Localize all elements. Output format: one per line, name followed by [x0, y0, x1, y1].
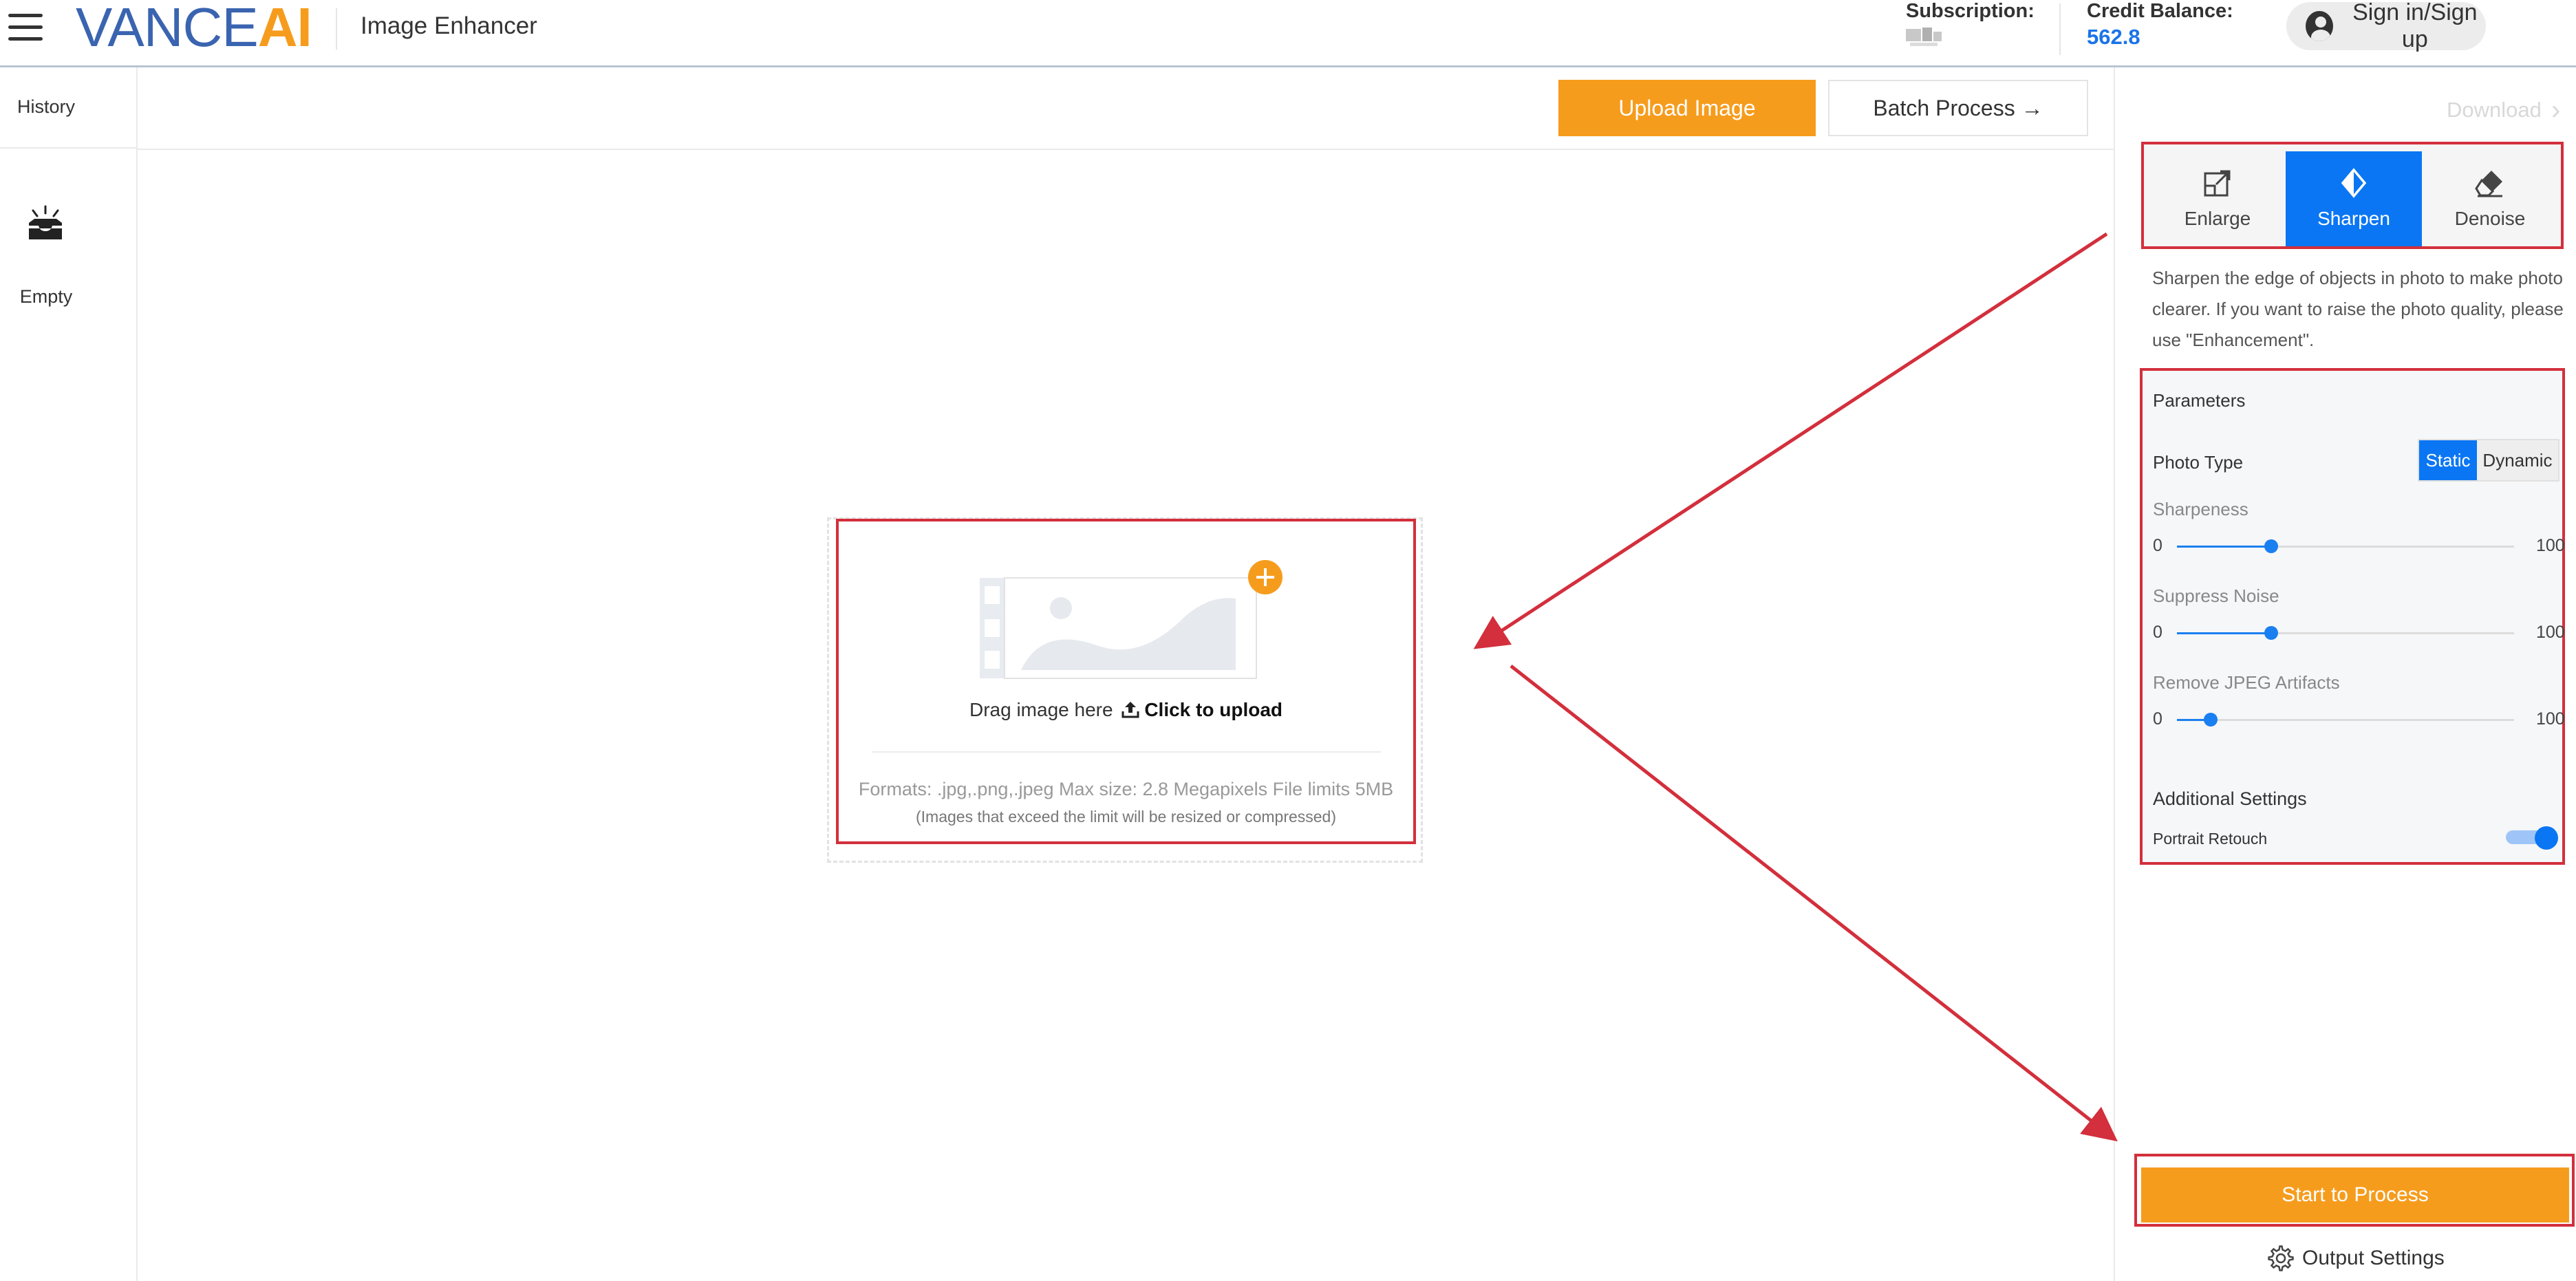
- dropzone-divider: [872, 751, 1381, 753]
- upload-icon: [1121, 702, 1139, 718]
- credit-balance-value: 562.8: [2087, 25, 2140, 49]
- drag-text: Drag image here: [969, 699, 1113, 720]
- arrow-to-start-button: [1510, 665, 2118, 1142]
- slider-thumb[interactable]: [2204, 713, 2218, 726]
- upload-image-button[interactable]: Upload Image: [1558, 80, 1816, 136]
- subscription-label: Subscription:: [1906, 0, 2035, 22]
- tab-sharpen[interactable]: Sharpen: [2286, 151, 2422, 246]
- photo-type-dynamic-option[interactable]: Dynamic: [2477, 440, 2558, 480]
- chevron-right-icon[interactable]: ›: [2551, 96, 2560, 124]
- history-label: History: [17, 96, 76, 117]
- remove-jpeg-artifacts-min: 0: [2153, 709, 2162, 729]
- credit-balance-label: Credit Balance:: [2087, 0, 2233, 22]
- gear-icon: [2268, 1245, 2294, 1271]
- upload-dropzone[interactable]: Drag image here Click to upload Formats:…: [836, 519, 1416, 844]
- tab-enlarge[interactable]: Enlarge: [2149, 151, 2286, 246]
- inbox-tray-icon: [29, 205, 62, 239]
- subscription-icon: [1906, 26, 1947, 47]
- sign-in-label: Sign in/Sign up: [2352, 0, 2478, 52]
- formats-info: Formats: .jpg,.png,.jpeg Max size: 2.8 M…: [858, 779, 1394, 799]
- batch-process-button[interactable]: Batch Process →: [1828, 80, 2088, 136]
- tab-sharpen-label: Sharpen: [2317, 208, 2390, 229]
- drag-instructions: Drag image here Click to upload: [839, 699, 1413, 721]
- parameters-panel: Parameters Photo Type Static Dynamic Sha…: [2140, 368, 2565, 865]
- suppress-noise-max: 100: [2536, 623, 2565, 642]
- slider-fill: [2177, 546, 2272, 548]
- mode-tabs: Enlarge Sharpen Denoise: [2141, 142, 2564, 249]
- output-settings-button[interactable]: Output Settings: [2268, 1245, 2445, 1271]
- suppress-noise-min: 0: [2153, 623, 2162, 642]
- sharpeness-slider[interactable]: [2177, 539, 2514, 553]
- top-header: VANCEAI Image Enhancer Subscription: Cre…: [0, 0, 2576, 67]
- output-settings-label: Output Settings: [2302, 1247, 2445, 1269]
- click-to-upload-link[interactable]: Click to upload: [1144, 699, 1282, 720]
- sharpen-icon: [2341, 168, 2367, 198]
- formats-note: (Images that exceed the limit will be re…: [915, 808, 1337, 826]
- tab-enlarge-label: Enlarge: [2184, 208, 2251, 229]
- user-avatar-icon: [2306, 11, 2333, 41]
- parameters-title: Parameters: [2153, 390, 2246, 411]
- vanceai-logo[interactable]: VANCEAI: [76, 0, 312, 55]
- toggle-knob: [2535, 826, 2558, 850]
- additional-settings-label: Additional Settings: [2153, 788, 2307, 809]
- remove-jpeg-artifacts-label: Remove JPEG Artifacts: [2153, 672, 2340, 693]
- mode-description: Sharpen the edge of objects in photo to …: [2152, 268, 2564, 350]
- suppress-noise-slider[interactable]: [2177, 626, 2514, 640]
- app-title: Image Enhancer: [361, 12, 537, 39]
- history-sidebar: History Empty: [0, 67, 138, 1281]
- portrait-retouch-label: Portrait Retouch: [2153, 830, 2268, 848]
- empty-history-label: Empty: [19, 286, 73, 307]
- slider-fill: [2177, 632, 2272, 634]
- slider-thumb[interactable]: [2264, 626, 2279, 640]
- suppress-noise-label: Suppress Noise: [2153, 585, 2279, 606]
- header-divider: [336, 8, 337, 50]
- header-divider: [2059, 3, 2061, 55]
- toolbar-divider: [138, 149, 2114, 150]
- slider-thumb[interactable]: [2264, 539, 2279, 553]
- photo-type-label: Photo Type: [2153, 452, 2244, 473]
- sharpeness-min: 0: [2153, 536, 2162, 555]
- photo-type-toggle: Static Dynamic: [2418, 439, 2559, 482]
- tab-denoise[interactable]: Denoise: [2422, 151, 2558, 246]
- remove-jpeg-artifacts-max: 100: [2536, 709, 2565, 729]
- sharpeness-label: Sharpeness: [2153, 499, 2248, 519]
- menu-icon[interactable]: [8, 14, 43, 43]
- enlarge-icon: [2204, 170, 2231, 197]
- arrow-to-dropzone: [1473, 232, 2108, 649]
- portrait-retouch-toggle[interactable]: [2506, 826, 2561, 850]
- sharpeness-max: 100: [2536, 536, 2565, 555]
- download-button[interactable]: Download: [2447, 98, 2542, 122]
- remove-jpeg-artifacts-slider[interactable]: [2177, 713, 2514, 726]
- image-placeholder-icon: [980, 560, 1282, 679]
- sidebar-divider: [0, 147, 138, 149]
- start-to-process-button[interactable]: Start to Process: [2141, 1167, 2569, 1223]
- eraser-icon: [2475, 171, 2502, 197]
- photo-type-static-option[interactable]: Static: [2419, 440, 2477, 480]
- tab-denoise-label: Denoise: [2454, 208, 2526, 229]
- sign-in-button[interactable]: Sign in/Sign up: [2286, 0, 2486, 52]
